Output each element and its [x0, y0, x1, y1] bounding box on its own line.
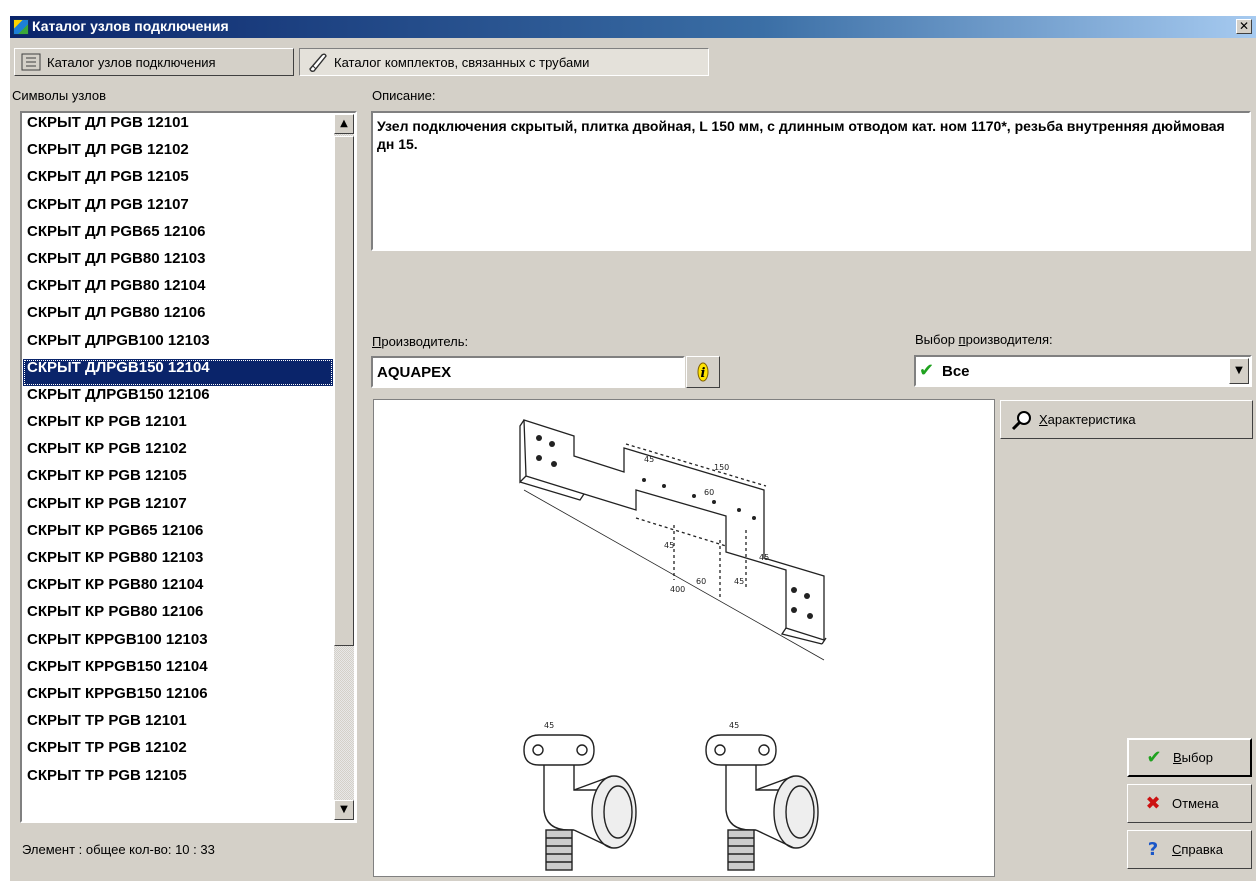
cancel-button[interactable]: ✖ Отмена — [1127, 784, 1252, 823]
list-item[interactable]: СКРЫТ КР PGB80 12104 — [23, 576, 333, 603]
list-item[interactable]: СКРЫТ ДЛPGB100 12103 — [23, 332, 333, 359]
tab-label: Каталог узлов подключения — [47, 54, 216, 70]
list-item[interactable]: СКРЫТ КР PGB 12101 — [23, 413, 333, 440]
dimension-label: 400 — [670, 585, 685, 594]
manufacturer-value: AQUAPEX — [377, 364, 452, 381]
list-label: Символы узлов — [12, 88, 107, 103]
info-icon: i — [697, 362, 709, 382]
manufacturer-label: Производитель: — [372, 334, 469, 349]
characteristic-label: Характеристика — [1039, 412, 1136, 427]
list-item[interactable]: СКРЫТ ДЛPGB150 12106 — [23, 386, 333, 413]
close-icon: ✖ — [1145, 793, 1161, 814]
select-label: Выбор — [1173, 750, 1213, 765]
list-icon — [21, 53, 41, 71]
list-item[interactable]: СКРЫТ ДЛ PGB80 12106 — [23, 304, 333, 331]
manufacturer-select-label: Выбор производителя: — [915, 332, 1053, 347]
question-icon: ? — [1147, 839, 1159, 860]
list-item[interactable]: СКРЫТ КР PGB65 12106 — [23, 522, 333, 549]
dimension-label: 45 — [664, 541, 674, 550]
dimension-label: 45 — [759, 553, 769, 562]
dimension-label: 45 — [644, 455, 654, 464]
cancel-label: Отмена — [1172, 796, 1219, 811]
technical-drawing: 150 60 45 45 45 60 45 400 45 45 — [519, 419, 827, 871]
list-item[interactable]: СКРЫТ КРPGB100 12103 — [23, 631, 333, 658]
manufacturer-select-value: Все — [942, 363, 970, 380]
list-item[interactable]: СКРЫТ КР PGB80 12106 — [23, 603, 333, 630]
tab-label: Каталог комплектов, связанных с трубами — [334, 54, 590, 70]
node-list[interactable]: СКРЫТ ДЛ PGB 12101 СКРЫТ ДЛ PGB 12102 СКРЫ… — [23, 114, 333, 820]
list-item[interactable]: СКРЫТ КР PGB 12102 — [23, 440, 333, 467]
vertical-scrollbar[interactable]: ▲ ▼ — [334, 114, 354, 820]
list-item[interactable]: СКРЫТ ДЛ PGB 12102 — [23, 141, 333, 168]
list-item[interactable]: СКРЫТ ДЛ PGB 12101 — [23, 114, 333, 141]
manufacturer-field[interactable]: AQUAPEX — [371, 356, 685, 388]
manufacturer-select[interactable]: ✔ Все ▼ — [914, 355, 1252, 387]
dimension-label: 60 — [704, 488, 714, 497]
app-icon — [13, 19, 29, 35]
dropdown-arrow-button[interactable]: ▼ — [1229, 358, 1249, 384]
dimension-label: 45 — [544, 721, 554, 730]
check-icon: ✔ — [919, 360, 935, 381]
magnifier-icon — [1011, 410, 1031, 430]
list-item[interactable]: СКРЫТ КР PGB80 12103 — [23, 549, 333, 576]
dimension-label: 150 — [714, 463, 729, 472]
characteristic-button[interactable]: Характеристика — [1000, 400, 1253, 439]
help-button[interactable]: ? Справка — [1127, 830, 1252, 869]
select-button[interactable]: ✔ Выбор — [1127, 738, 1252, 777]
status-text: Элемент : общее кол-во: 10 : 33 — [22, 842, 215, 857]
list-item[interactable]: СКРЫТ ДЛ PGB65 12106 — [23, 223, 333, 250]
description-field[interactable]: Узел подключения скрытый, плитка двойная… — [371, 111, 1251, 251]
scroll-down-button[interactable]: ▼ — [334, 800, 354, 820]
scroll-thumb[interactable] — [334, 136, 354, 646]
list-item[interactable]: СКРЫТ ТР PGB 12102 — [23, 739, 333, 766]
pipe-icon — [309, 53, 327, 72]
dimension-label: 60 — [696, 577, 706, 586]
list-item[interactable]: СКРЫТ ТР PGB 12105 — [23, 767, 333, 794]
help-label: Справка — [1172, 842, 1223, 857]
description-text: Узел подключения скрытый, плитка двойная… — [377, 118, 1225, 152]
dialog-window: Каталог узлов подключения ✕ Каталог узло… — [10, 16, 1256, 881]
manufacturer-info-button[interactable]: i — [686, 356, 720, 388]
description-label: Описание: — [372, 88, 436, 103]
list-item[interactable]: СКРЫТ ТР PGB 12101 — [23, 712, 333, 739]
list-item[interactable]: СКРЫТ ДЛ PGB80 12104 — [23, 277, 333, 304]
list-item[interactable]: СКРЫТ ДЛ PGB 12105 — [23, 168, 333, 195]
node-symbols-listbox[interactable]: СКРЫТ ДЛ PGB 12101 СКРЫТ ДЛ PGB 12102 СКРЫ… — [20, 111, 357, 823]
dimension-label: 45 — [734, 577, 744, 586]
list-item[interactable]: СКРЫТ КРPGB150 12106 — [23, 685, 333, 712]
check-icon: ✔ — [1146, 747, 1162, 768]
scroll-up-button[interactable]: ▲ — [334, 114, 354, 134]
window-title: Каталог узлов подключения — [32, 18, 229, 34]
list-item[interactable]: СКРЫТ КРPGB150 12104 — [23, 658, 333, 685]
product-drawing: 150 60 45 45 45 60 45 400 45 45 — [373, 399, 995, 877]
list-item[interactable]: СКРЫТ КР PGB 12105 — [23, 467, 333, 494]
list-item[interactable]: СКРЫТ КР PGB 12107 — [23, 495, 333, 522]
close-button[interactable]: ✕ — [1236, 19, 1252, 34]
tab-pipe-kits-catalog[interactable]: Каталог комплектов, связанных с трубами — [299, 48, 709, 76]
tab-connection-catalog[interactable]: Каталог узлов подключения — [14, 48, 294, 76]
title-bar: Каталог узлов подключения ✕ — [10, 16, 1256, 38]
list-item[interactable]: СКРЫТ ДЛPGB150 12104 — [23, 358, 333, 386]
svg-text:i: i — [701, 366, 706, 381]
list-item[interactable]: СКРЫТ ДЛ PGB80 12103 — [23, 250, 333, 277]
list-item[interactable]: СКРЫТ ДЛ PGB 12107 — [23, 196, 333, 223]
dimension-label: 45 — [729, 721, 739, 730]
